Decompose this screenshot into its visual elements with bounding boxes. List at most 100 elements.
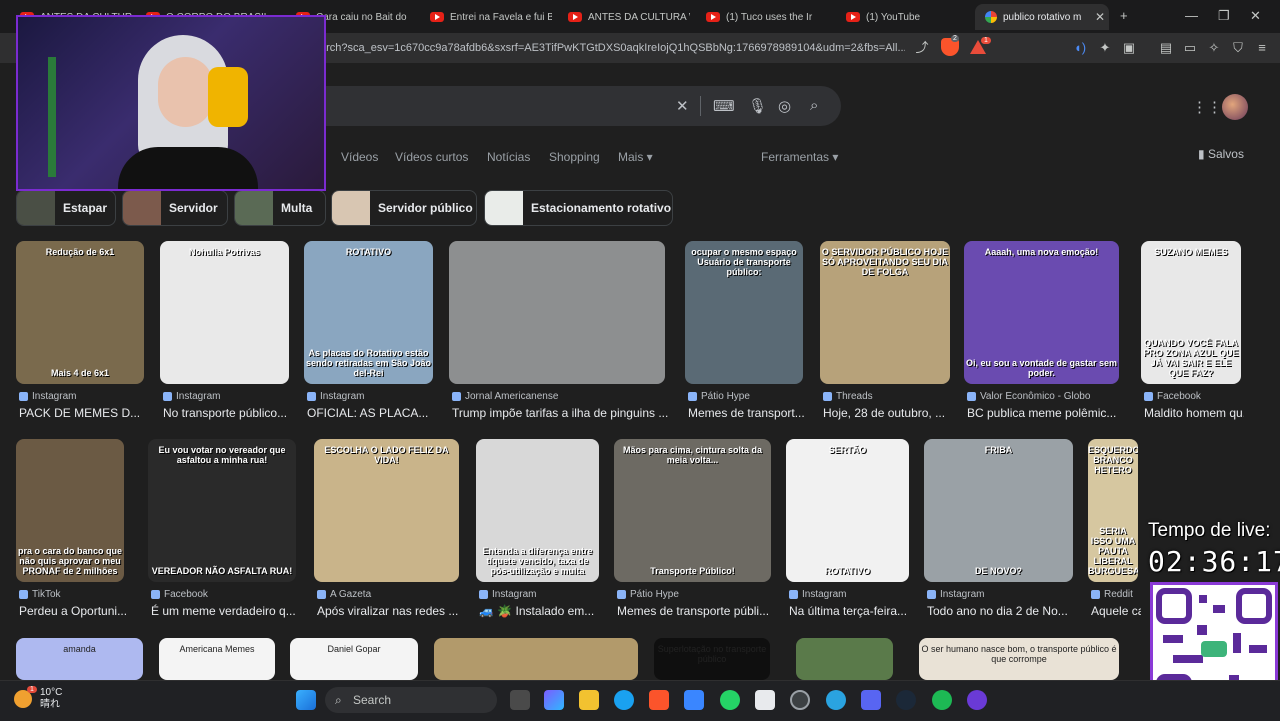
result-image[interactable]: Daniel Gopar: [290, 638, 418, 680]
close-tab-icon[interactable]: ✕: [1095, 10, 1105, 24]
result-image[interactable]: ROTATIVO As placas do Rotativo estão send…: [304, 241, 433, 384]
result-title[interactable]: É um meme verdadeiro q...: [151, 604, 299, 618]
chip-servidor[interactable]: Servidor: [122, 190, 228, 226]
chip-estapar[interactable]: Estapar: [16, 190, 116, 226]
discord-icon[interactable]: [861, 690, 881, 710]
tab-6[interactable]: (1) Tuco uses the Ir: [700, 4, 828, 30]
row3-result-3[interactable]: Daniel Gopar: [290, 638, 418, 680]
result-title[interactable]: OFICIAL: AS PLACA...: [307, 406, 436, 420]
result-title[interactable]: Todo ano no dia 2 de No...: [927, 604, 1076, 618]
nav-shopping[interactable]: Shopping: [549, 150, 600, 164]
leo-ai-icon[interactable]: ✧: [1206, 40, 1222, 56]
result-image[interactable]: ESQUERDOMACHO BRANCO HETERO SERIA ISSO UM…: [1088, 439, 1138, 582]
wallet-icon[interactable]: ▭: [1182, 40, 1198, 56]
sidebar-icon[interactable]: ▤: [1158, 40, 1174, 56]
obs-icon[interactable]: [790, 690, 810, 710]
chip-estacionamento-rotativo[interactable]: Estacionamento rotativo: [484, 190, 673, 226]
taskbar-search[interactable]: ⌕ Search: [325, 687, 497, 713]
telegram-icon[interactable]: [826, 690, 846, 710]
chip-multa[interactable]: Multa: [234, 190, 326, 226]
result-image[interactable]: SERTÃO ROTATIVO: [786, 439, 909, 582]
clear-search-icon[interactable]: ✕: [676, 97, 689, 115]
app-icon[interactable]: [967, 690, 987, 710]
result-image[interactable]: amanda: [16, 638, 143, 680]
address-bar[interactable]: arch?sca_esv=1c670cc9a78afdb6&sxsrf=AE3T…: [320, 37, 905, 59]
result-image[interactable]: FRIBA DE NOVO?: [924, 439, 1073, 582]
row3-result-6[interactable]: [796, 638, 893, 680]
result-image[interactable]: Redução de 6x1 Mais 4 de 6x1: [16, 241, 144, 384]
row1-result-6[interactable]: O SERVIDOR PÚBLICO HOJE SÓ APROVEITANDO …: [820, 241, 950, 420]
result-image[interactable]: Aaaah, uma nova emoção! Oi, eu sou a vont…: [964, 241, 1119, 384]
row1-result-8[interactable]: SUZANO MEMES QUANDO VOCÊ FALA PRO ZONA AZ…: [1141, 241, 1244, 420]
result-title[interactable]: Aquele cara: [1091, 604, 1141, 618]
row2-result-4[interactable]: Entenda a diferença entre tíquete vencid…: [476, 439, 599, 618]
result-image[interactable]: [796, 638, 893, 680]
tab-active[interactable]: publico rotativo m ✕: [975, 4, 1109, 30]
row3-result-7[interactable]: O ser humano nasce bom, o transporte púb…: [919, 638, 1119, 680]
result-image[interactable]: [449, 241, 665, 384]
avatar[interactable]: [1222, 94, 1248, 120]
row2-result-6[interactable]: SERTÃO ROTATIVO Instagram Na última terça-f…: [786, 439, 909, 618]
tab-5[interactable]: ANTES DA CULTURA W: [562, 4, 690, 30]
result-image[interactable]: O ser humano nasce bom, o transporte púb…: [919, 638, 1119, 680]
tab-7[interactable]: (1) YouTube: [840, 4, 968, 30]
search-icon[interactable]: ⌕: [810, 97, 818, 114]
result-source[interactable]: Instagram: [927, 589, 1076, 600]
file-explorer-icon[interactable]: [579, 690, 599, 710]
copilot-icon[interactable]: [544, 690, 564, 710]
row2-result-7[interactable]: FRIBA DE NOVO? Instagram Todo ano no dia 2 …: [924, 439, 1073, 618]
row2-result-3[interactable]: ESCOLHA O LADO FELIZ DA VIDA! A Gazeta Apó…: [314, 439, 459, 618]
extensions-icon[interactable]: ✦: [1097, 40, 1113, 56]
capcut-icon[interactable]: [755, 690, 775, 710]
result-image[interactable]: O SERVIDOR PÚBLICO HOJE SÓ APROVEITANDO …: [820, 241, 950, 384]
row1-result-1[interactable]: Redução de 6x1 Mais 4 de 6x1 Instagram PACK…: [16, 241, 144, 420]
row3-result-2[interactable]: Americana Memes: [159, 638, 275, 680]
row2-result-2[interactable]: Eu vou votar no vereador que asfaltou a …: [148, 439, 296, 618]
result-source[interactable]: Instagram: [307, 391, 436, 402]
brave-browser-icon[interactable]: [649, 690, 669, 710]
result-image[interactable]: Mãos para cima, cintura solta da meia vo…: [614, 439, 771, 582]
result-title[interactable]: Memes de transport...: [688, 406, 806, 420]
result-title[interactable]: Trump impõe tarifas a ilha de pinguins .…: [452, 406, 668, 420]
row3-result-5[interactable]: Superlotação no transporte público: [654, 638, 770, 680]
result-image[interactable]: ESCOLHA O LADO FELIZ DA VIDA!: [314, 439, 459, 582]
result-image[interactable]: Superlotação no transporte público: [654, 638, 770, 680]
new-tab-icon[interactable]: +: [1120, 8, 1128, 23]
steam-icon[interactable]: [896, 690, 916, 710]
tab-4[interactable]: Entrei na Favela e fui B: [424, 4, 552, 30]
nav-news[interactable]: Notícias: [487, 150, 530, 164]
result-source[interactable]: Instagram: [19, 391, 147, 402]
row2-result-8[interactable]: ESQUERDOMACHO BRANCO HETERO SERIA ISSO UM…: [1088, 439, 1141, 618]
result-image[interactable]: Americana Memes: [159, 638, 275, 680]
result-title[interactable]: BC publica meme polêmic...: [967, 406, 1122, 420]
result-source[interactable]: Instagram: [163, 391, 292, 402]
weather-widget[interactable]: 10°C 晴れ: [40, 687, 62, 711]
result-source[interactable]: Pátio Hype: [617, 589, 774, 600]
result-source[interactable]: Reddit: [1091, 589, 1141, 600]
result-image[interactable]: SUZANO MEMES QUANDO VOCÊ FALA PRO ZONA AZ…: [1141, 241, 1241, 384]
result-title[interactable]: Na última terça-feira...: [789, 604, 912, 618]
result-title[interactable]: Memes de transporte públi...: [617, 604, 774, 618]
row1-result-7[interactable]: Aaaah, uma nova emoção! Oi, eu sou a vont…: [964, 241, 1119, 420]
chip-servidor-publico[interactable]: Servidor público: [331, 190, 477, 226]
nav-videos[interactable]: Vídeos: [341, 150, 378, 164]
nav-more[interactable]: Mais ▾: [618, 150, 653, 164]
result-image[interactable]: Entenda a diferença entre tíquete vencid…: [476, 439, 599, 582]
nav-short-videos[interactable]: Vídeos curtos: [395, 150, 468, 164]
share-icon[interactable]: ⤴: [914, 40, 930, 56]
cast-icon[interactable]: ▣: [1121, 40, 1137, 56]
result-source[interactable]: Valor Econômico - Globo: [967, 391, 1122, 402]
spotify-icon[interactable]: [932, 690, 952, 710]
store-icon[interactable]: [684, 690, 704, 710]
row3-result-4[interactable]: [434, 638, 638, 680]
row2-result-5[interactable]: Mãos para cima, cintura solta da meia vo…: [614, 439, 771, 618]
menu-icon[interactable]: ≡: [1254, 40, 1270, 56]
result-title[interactable]: 🚙 🪴 Instalado em...: [479, 604, 602, 618]
windows-start-icon[interactable]: [296, 690, 316, 710]
edge-icon[interactable]: [614, 690, 634, 710]
row1-result-4[interactable]: Jornal Americanense Trump impõe tarifas a…: [449, 241, 668, 420]
row1-result-5[interactable]: ocupar o mesmo espaço Usuário de transpo…: [685, 241, 805, 420]
microphone-icon[interactable]: 🎙: [748, 97, 767, 115]
vpn-shield-icon[interactable]: ⛉: [1230, 40, 1246, 56]
result-image[interactable]: [434, 638, 638, 680]
